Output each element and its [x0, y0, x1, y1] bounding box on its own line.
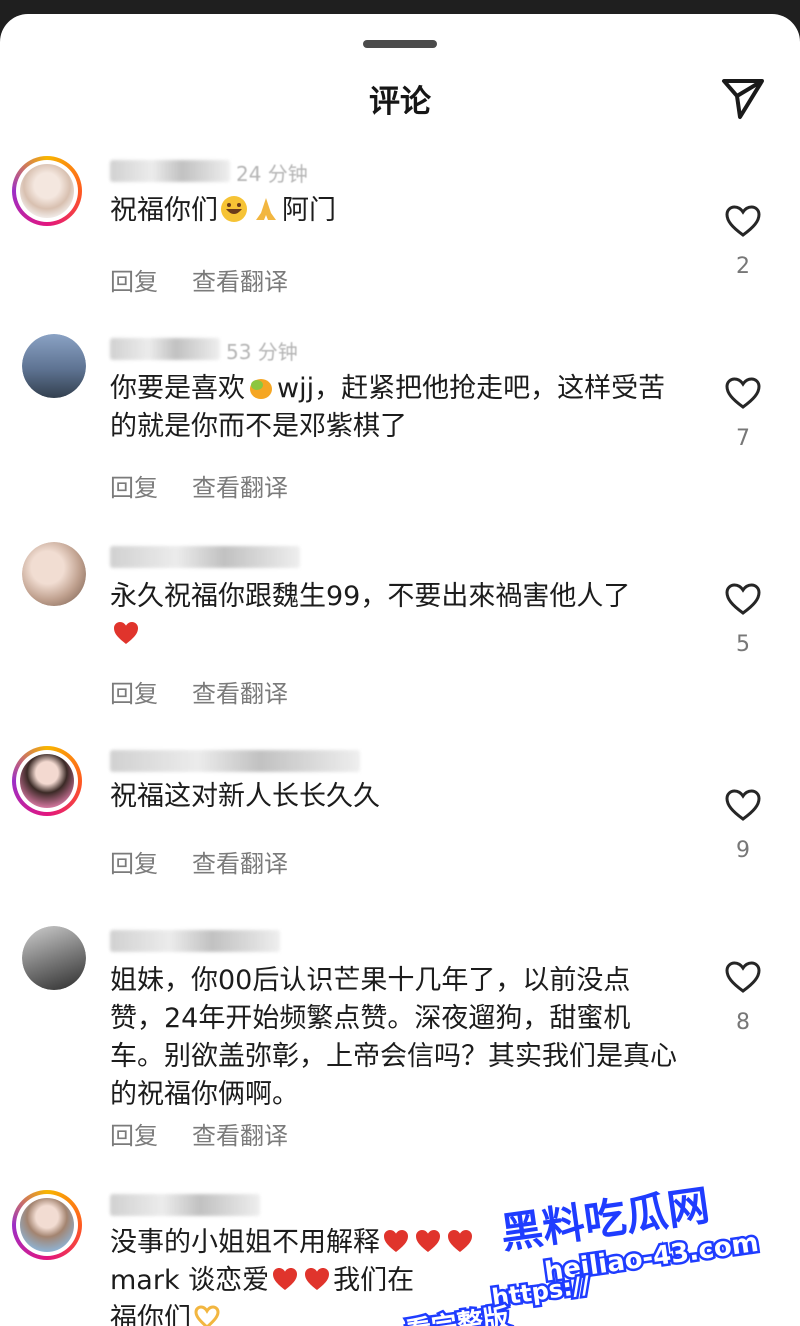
red-heart-emoji-icon — [416, 1230, 440, 1252]
share-button[interactable] — [718, 72, 768, 122]
like-button[interactable] — [724, 582, 762, 616]
heart-outline-icon — [725, 583, 761, 615]
avatar[interactable] — [22, 542, 86, 606]
red-heart-emoji-icon — [305, 1268, 330, 1290]
like-count: 5 — [736, 632, 750, 657]
comment-meta — [110, 930, 430, 952]
heart-hands-emoji-icon — [194, 1305, 220, 1326]
like-button[interactable] — [724, 376, 762, 410]
comment-text: 你要是喜欢 wjj，赶紧把他抢走吧，这样受苦的就是你而不是邓紫棋了 — [110, 373, 666, 442]
heart-outline-icon — [725, 205, 761, 237]
praying-hands-icon — [256, 198, 276, 220]
comment-time: 24 分钟 — [236, 162, 308, 186]
avatar[interactable] — [12, 1190, 82, 1260]
avatar[interactable] — [22, 926, 86, 990]
mango-emoji-icon — [250, 379, 272, 399]
see-translation-button[interactable]: 查看翻译 — [192, 268, 288, 296]
like-count: 9 — [736, 838, 750, 863]
sheet-title: 评论 — [369, 84, 431, 120]
comment-text: 祝福你们 阿门 — [110, 195, 336, 226]
comment-meta: 53 分钟 — [110, 338, 430, 364]
comment-meta — [110, 546, 430, 568]
avatar[interactable] — [12, 746, 82, 816]
comment-meta — [110, 1194, 430, 1216]
comment-actions: 回复 查看翻译 — [110, 262, 288, 297]
see-translation-button[interactable]: 查看翻译 — [192, 850, 288, 878]
see-translation-button[interactable]: 查看翻译 — [192, 680, 288, 708]
comments-sheet: 评论 24 分钟 祝福你们 阿门 回复 查看翻译 2 53 分钟 你要是喜欢 w… — [0, 14, 800, 1326]
red-heart-emoji-icon — [114, 622, 138, 644]
see-translation-button[interactable]: 查看翻译 — [192, 474, 288, 502]
comment-actions: 回复 查看翻译 — [110, 844, 288, 879]
avatar[interactable] — [22, 334, 86, 398]
avatar[interactable] — [12, 156, 82, 226]
like-count: 8 — [736, 1010, 750, 1035]
like-button[interactable] — [724, 204, 762, 238]
comment-text: 姐妹，你00后认识芒果十几年了，以前没点赞，24年开始频繁点赞。深夜遛狗，甜蜜机… — [110, 965, 677, 1110]
like-button[interactable] — [724, 960, 762, 994]
laughing-emoji-icon — [221, 196, 247, 222]
like-button[interactable] — [724, 788, 762, 822]
reply-button[interactable]: 回复 — [110, 850, 158, 878]
comment-actions: 回复 查看翻译 — [110, 1116, 288, 1151]
comment-text: 祝福这对新人长长久久 — [110, 781, 380, 812]
red-heart-emoji-icon — [384, 1230, 408, 1252]
reply-button[interactable]: 回复 — [110, 268, 158, 296]
red-heart-emoji-icon — [448, 1230, 472, 1252]
comment-meta — [110, 750, 430, 772]
drag-handle[interactable] — [363, 40, 437, 48]
heart-outline-icon — [725, 377, 761, 409]
reply-button[interactable]: 回复 — [110, 474, 158, 502]
comment-text: 永久祝福你跟魏生99，不要出來禍害他人了 — [110, 578, 690, 654]
paper-plane-icon — [722, 79, 764, 119]
comment-text: 没事的小姐姐不用解释 mark 谈恋爱 我们在 福你们 — [110, 1224, 690, 1326]
like-count: 7 — [736, 426, 750, 451]
see-translation-button[interactable]: 查看翻译 — [192, 1122, 288, 1150]
comment-meta: 24 分钟 — [110, 160, 430, 186]
like-count: 2 — [736, 254, 750, 279]
red-heart-emoji-icon — [273, 1268, 298, 1290]
heart-outline-icon — [725, 961, 761, 993]
comment-actions: 回复 查看翻译 — [110, 674, 288, 709]
reply-button[interactable]: 回复 — [110, 680, 158, 708]
reply-button[interactable]: 回复 — [110, 1122, 158, 1150]
comment-actions: 回复 查看翻译 — [110, 468, 288, 503]
heart-outline-icon — [725, 789, 761, 821]
comment-time: 53 分钟 — [226, 340, 298, 364]
